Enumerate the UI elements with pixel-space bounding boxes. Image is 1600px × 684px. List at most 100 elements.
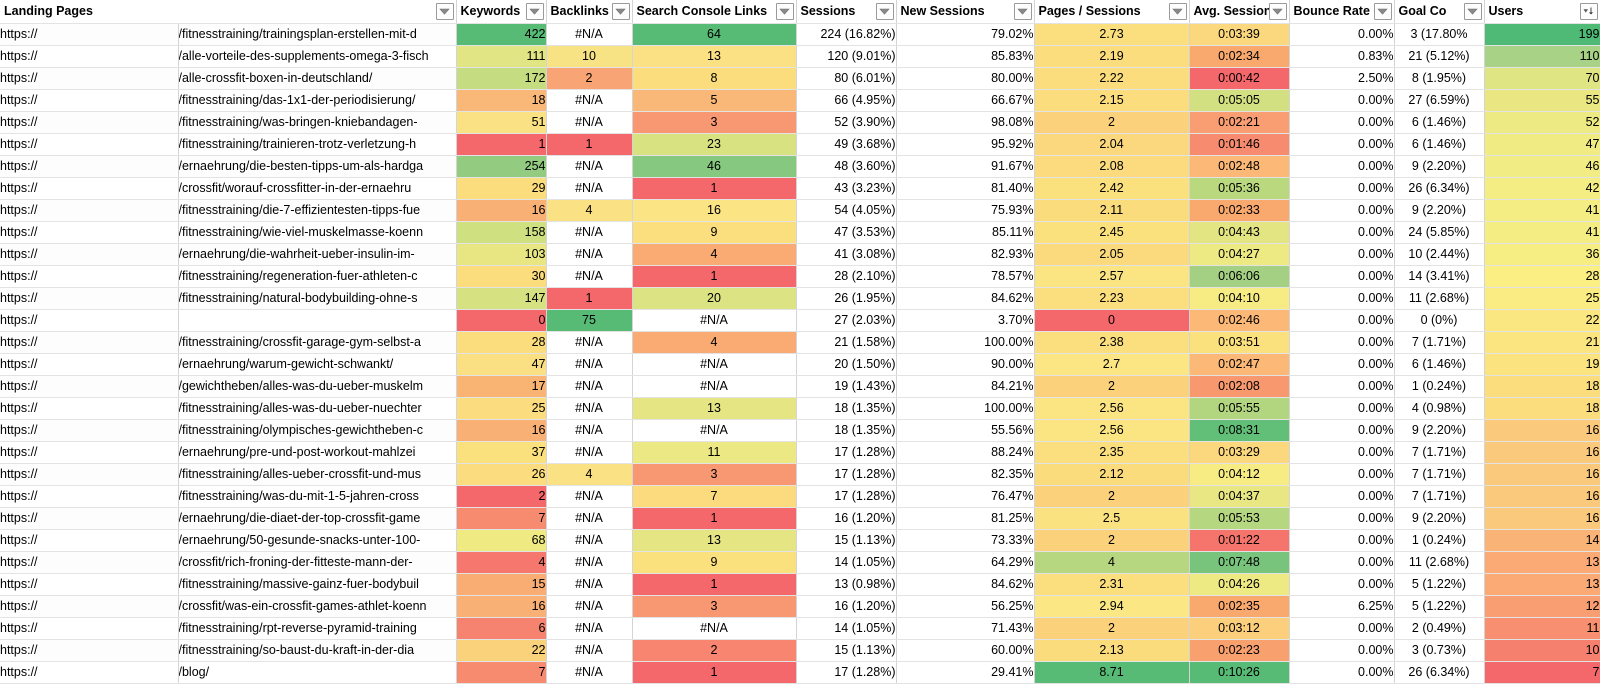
cell-users[interactable]: 13	[1484, 574, 1600, 596]
table-row[interactable]: https:///fitnesstraining/alles-ueber-cro…	[0, 464, 1600, 486]
cell-search-console-links[interactable]: 2	[632, 640, 796, 662]
cell-pages-per-session[interactable]: 2.13	[1034, 640, 1189, 662]
filter-sort-descending-icon[interactable]	[1580, 3, 1598, 20]
cell-users[interactable]: 7	[1484, 662, 1600, 684]
table-row[interactable]: https:///ernaehrung/die-diaet-der-top-cr…	[0, 508, 1600, 530]
cell-bounce-rate[interactable]: 0.00%	[1289, 640, 1394, 662]
cell-goal-completions[interactable]: 3 (17.80%	[1394, 24, 1484, 46]
table-row[interactable]: https:///fitnesstraining/rpt-reverse-pyr…	[0, 618, 1600, 640]
cell-backlinks[interactable]: #N/A	[546, 112, 632, 134]
cell-protocol[interactable]: https://	[0, 332, 178, 354]
cell-pages-per-session[interactable]: 2.11	[1034, 200, 1189, 222]
cell-avg-session-duration[interactable]: 0:05:55	[1189, 398, 1289, 420]
cell-avg-session-duration[interactable]: 0:04:10	[1189, 288, 1289, 310]
cell-goal-completions[interactable]: 6 (1.46%)	[1394, 354, 1484, 376]
cell-bounce-rate[interactable]: 0.00%	[1289, 112, 1394, 134]
cell-keywords[interactable]: 172	[456, 68, 546, 90]
cell-search-console-links[interactable]: 1	[632, 574, 796, 596]
cell-avg-session-duration[interactable]: 0:08:31	[1189, 420, 1289, 442]
cell-pages-per-session[interactable]: 4	[1034, 552, 1189, 574]
cell-bounce-rate[interactable]: 0.00%	[1289, 486, 1394, 508]
cell-protocol[interactable]: https://	[0, 156, 178, 178]
cell-backlinks[interactable]: #N/A	[546, 486, 632, 508]
table-row[interactable]: https:///fitnesstraining/so-baust-du-kra…	[0, 640, 1600, 662]
cell-keywords[interactable]: 1	[456, 134, 546, 156]
cell-users[interactable]: 11	[1484, 618, 1600, 640]
cell-bounce-rate[interactable]: 0.00%	[1289, 442, 1394, 464]
table-row[interactable]: https:///crossfit/worauf-crossfitter-in-…	[0, 178, 1600, 200]
cell-search-console-links[interactable]: 8	[632, 68, 796, 90]
cell-bounce-rate[interactable]: 0.00%	[1289, 24, 1394, 46]
cell-goal-completions[interactable]: 26 (6.34%)	[1394, 662, 1484, 684]
cell-sessions[interactable]: 17 (1.28%)	[796, 442, 896, 464]
cell-backlinks[interactable]: #N/A	[546, 662, 632, 684]
cell-new-sessions[interactable]: 88.24%	[896, 442, 1034, 464]
cell-new-sessions[interactable]: 95.92%	[896, 134, 1034, 156]
cell-keywords[interactable]: 25	[456, 398, 546, 420]
cell-landing-page-path[interactable]: /crossfit/worauf-crossfitter-in-der-erna…	[178, 178, 456, 200]
cell-protocol[interactable]: https://	[0, 398, 178, 420]
column-header-search_console_links[interactable]: Search Console Links	[632, 0, 796, 24]
table-row[interactable]: https://075#N/A27 (2.03%)3.70%00:02:460.…	[0, 310, 1600, 332]
cell-avg-session-duration[interactable]: 0:03:29	[1189, 442, 1289, 464]
table-row[interactable]: https:///fitnesstraining/massive-gainz-f…	[0, 574, 1600, 596]
cell-avg-session-duration[interactable]: 0:00:42	[1189, 68, 1289, 90]
cell-backlinks[interactable]: 4	[546, 200, 632, 222]
cell-avg-session-duration[interactable]: 0:04:43	[1189, 222, 1289, 244]
cell-keywords[interactable]: 37	[456, 442, 546, 464]
cell-search-console-links[interactable]: 1	[632, 508, 796, 530]
cell-pages-per-session[interactable]: 2.7	[1034, 354, 1189, 376]
cell-bounce-rate[interactable]: 0.00%	[1289, 376, 1394, 398]
cell-bounce-rate[interactable]: 0.00%	[1289, 288, 1394, 310]
cell-landing-page-path[interactable]: /ernaehrung/warum-gewicht-schwankt/	[178, 354, 456, 376]
cell-new-sessions[interactable]: 73.33%	[896, 530, 1034, 552]
cell-protocol[interactable]: https://	[0, 486, 178, 508]
cell-users[interactable]: 36	[1484, 244, 1600, 266]
cell-sessions[interactable]: 18 (1.35%)	[796, 420, 896, 442]
cell-new-sessions[interactable]: 84.62%	[896, 288, 1034, 310]
cell-new-sessions[interactable]: 66.67%	[896, 90, 1034, 112]
cell-backlinks[interactable]: #N/A	[546, 398, 632, 420]
cell-backlinks[interactable]: #N/A	[546, 530, 632, 552]
cell-avg-session-duration[interactable]: 0:02:34	[1189, 46, 1289, 68]
cell-users[interactable]: 47	[1484, 134, 1600, 156]
cell-avg-session-duration[interactable]: 0:05:36	[1189, 178, 1289, 200]
cell-goal-completions[interactable]: 9 (2.20%)	[1394, 156, 1484, 178]
cell-pages-per-session[interactable]: 2.19	[1034, 46, 1189, 68]
cell-landing-page-path[interactable]: /fitnesstraining/olympisches-gewichthebe…	[178, 420, 456, 442]
cell-sessions[interactable]: 17 (1.28%)	[796, 464, 896, 486]
cell-new-sessions[interactable]: 79.02%	[896, 24, 1034, 46]
cell-goal-completions[interactable]: 11 (2.68%)	[1394, 288, 1484, 310]
table-row[interactable]: https:///fitnesstraining/natural-bodybui…	[0, 288, 1600, 310]
cell-users[interactable]: 16	[1484, 486, 1600, 508]
cell-avg-session-duration[interactable]: 0:01:46	[1189, 134, 1289, 156]
cell-bounce-rate[interactable]: 0.00%	[1289, 90, 1394, 112]
cell-goal-completions[interactable]: 7 (1.71%)	[1394, 486, 1484, 508]
cell-bounce-rate[interactable]: 0.00%	[1289, 222, 1394, 244]
cell-landing-page-path[interactable]: /alle-vorteile-des-supplements-omega-3-f…	[178, 46, 456, 68]
cell-avg-session-duration[interactable]: 0:02:48	[1189, 156, 1289, 178]
cell-search-console-links[interactable]: 13	[632, 530, 796, 552]
cell-search-console-links[interactable]: 23	[632, 134, 796, 156]
cell-avg-session-duration[interactable]: 0:02:35	[1189, 596, 1289, 618]
cell-keywords[interactable]: 111	[456, 46, 546, 68]
cell-goal-completions[interactable]: 0 (0%)	[1394, 310, 1484, 332]
cell-avg-session-duration[interactable]: 0:02:08	[1189, 376, 1289, 398]
cell-users[interactable]: 199	[1484, 24, 1600, 46]
cell-keywords[interactable]: 422	[456, 24, 546, 46]
cell-new-sessions[interactable]: 55.56%	[896, 420, 1034, 442]
cell-search-console-links[interactable]: #N/A	[632, 420, 796, 442]
cell-pages-per-session[interactable]: 2.5	[1034, 508, 1189, 530]
cell-users[interactable]: 16	[1484, 508, 1600, 530]
cell-landing-page-path[interactable]: /fitnesstraining/wie-viel-muskelmasse-ko…	[178, 222, 456, 244]
cell-avg-session-duration[interactable]: 0:05:53	[1189, 508, 1289, 530]
cell-search-console-links[interactable]: 16	[632, 200, 796, 222]
cell-goal-completions[interactable]: 6 (1.46%)	[1394, 134, 1484, 156]
cell-bounce-rate[interactable]: 0.00%	[1289, 552, 1394, 574]
cell-pages-per-session[interactable]: 2	[1034, 530, 1189, 552]
cell-backlinks[interactable]: #N/A	[546, 574, 632, 596]
cell-bounce-rate[interactable]: 6.25%	[1289, 596, 1394, 618]
cell-sessions[interactable]: 27 (2.03%)	[796, 310, 896, 332]
table-row[interactable]: https:///ernaehrung/die-wahrheit-ueber-i…	[0, 244, 1600, 266]
column-header-bounce_rate[interactable]: Bounce Rate	[1289, 0, 1394, 24]
